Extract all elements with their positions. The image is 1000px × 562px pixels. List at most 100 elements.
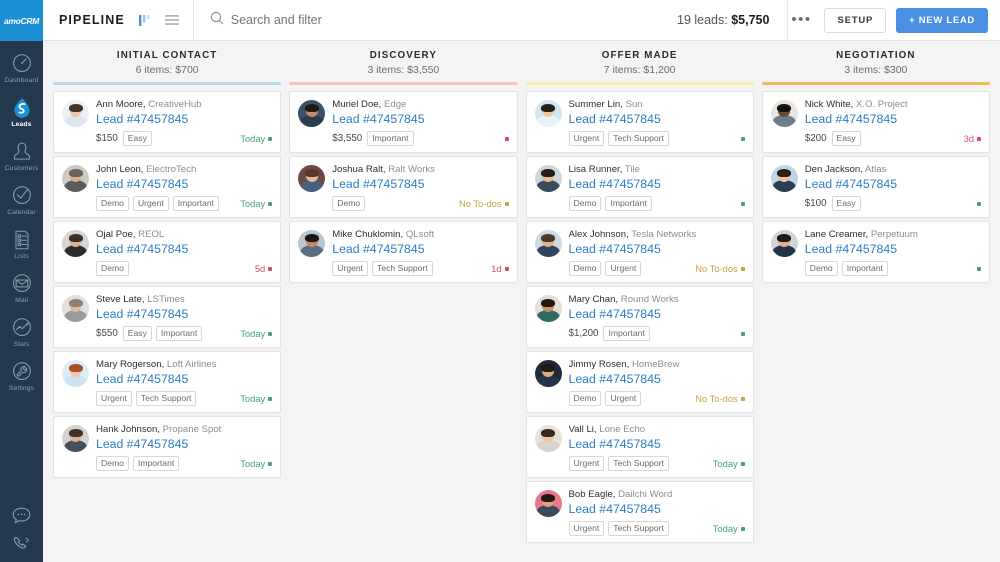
lead-id-link[interactable]: Lead #47457845 [332,242,508,257]
lead-id-link[interactable]: Lead #47457845 [569,437,745,452]
lead-tag[interactable]: Urgent [605,261,641,276]
lead-card[interactable]: Lisa Runner, TileLead #47457845DemoImpor… [526,156,754,218]
lead-tag[interactable]: Urgent [96,391,132,406]
sidebar-item-lists[interactable]: Lists [0,223,43,266]
lead-id-link[interactable]: Lead #47457845 [569,112,745,127]
lead-id-link[interactable]: Lead #47457845 [569,372,745,387]
lead-card[interactable]: Mike Chuklomin, QLsoftLead #47457845Urge… [289,221,517,283]
lead-id-link[interactable]: Lead #47457845 [96,372,272,387]
lead-tag[interactable]: Demo [96,456,129,471]
lead-id-link[interactable]: Lead #47457845 [96,177,272,192]
lead-id-link[interactable]: Lead #47457845 [805,242,981,257]
lead-tag[interactable]: Important [133,456,179,471]
lead-tag[interactable]: Demo [569,196,602,211]
sidebar-item-leads[interactable]: Leads [0,91,43,134]
lead-card[interactable]: Muriel Doe, EdgeLead #47457845$3,550Impo… [289,91,517,153]
lead-tag[interactable]: Important [605,196,651,211]
lead-tag[interactable]: Urgent [133,196,169,211]
lead-card[interactable]: Vall Li, Lone EchoLead #47457845UrgentTe… [526,416,754,478]
lead-company: Lone Echo [599,424,645,435]
sidebar-item-calendar[interactable]: Calendar [0,179,43,222]
lead-id-link[interactable]: Lead #47457845 [96,242,272,257]
lead-tag[interactable]: Demo [96,196,129,211]
lead-card[interactable]: Mary Rogerson, Loft AirlinesLead #474578… [53,351,281,413]
lead-id-link[interactable]: Lead #47457845 [569,242,745,257]
lead-card[interactable]: Mary Chan, Round WorksLead #47457845$1,2… [526,286,754,348]
list-view-icon[interactable] [165,14,179,26]
lead-id-link[interactable]: Lead #47457845 [96,112,272,127]
sidebar-item-stats[interactable]: Stats [0,311,43,354]
lead-card[interactable]: Nick White, X.O. ProjectLead #47457845$2… [762,91,990,153]
column-header[interactable]: INITIAL CONTACT6 items: $700 [53,50,281,82]
lead-tag[interactable]: Tech Support [136,391,197,406]
lead-card-footer: Demo Important [805,261,981,276]
sidebar-item-dashboard[interactable]: Dashboard [0,47,43,90]
lead-id-link[interactable]: Lead #47457845 [96,437,272,452]
lead-card[interactable]: Summer Lin, SunLead #47457845UrgentTech … [526,91,754,153]
chat-bubble-icon[interactable] [0,502,43,528]
lead-tag[interactable]: Demo [805,261,838,276]
lead-tag[interactable]: Easy [123,326,152,341]
lead-card[interactable]: Den Jackson, AtlasLead #47457845$100Easy [762,156,990,218]
lead-tag[interactable]: Easy [123,131,152,146]
lead-card[interactable]: Lane Creamer, PerpetuumLead #47457845Dem… [762,221,990,283]
lead-tag[interactable]: Tech Support [372,261,433,276]
lead-tag[interactable]: Tech Support [608,131,669,146]
lead-id-link[interactable]: Lead #47457845 [332,177,508,192]
new-lead-button[interactable]: + NEW LEAD [896,8,988,33]
column-header[interactable]: NEGOTIATION3 items: $300 [762,50,990,82]
lead-id-link[interactable]: Lead #47457845 [805,112,981,127]
lead-tag[interactable]: Urgent [569,456,605,471]
lead-tag[interactable]: Important [603,326,649,341]
lead-card[interactable]: Ann Moore, CreativeHubLead #47457845$150… [53,91,281,153]
lead-id-link[interactable]: Lead #47457845 [569,307,745,322]
lead-card-footer: UrgentTech SupportToday [569,456,745,471]
lead-tag[interactable]: Urgent [605,391,641,406]
lead-tag[interactable]: Demo [332,196,365,211]
lead-status: No To-dos [691,393,745,404]
lead-id-link[interactable]: Lead #47457845 [332,112,508,127]
lead-tag[interactable]: Important [173,196,219,211]
lead-price: $550 [96,328,118,339]
lead-tag[interactable]: Easy [832,196,861,211]
lead-tag[interactable]: Tech Support [608,456,669,471]
lead-id-link[interactable]: Lead #47457845 [96,307,272,322]
lead-tag[interactable]: Demo [96,261,129,276]
lead-card[interactable]: Joshua Ralt, Ralt WorksLead #47457845Dem… [289,156,517,218]
avatar [298,230,325,257]
lead-tag[interactable]: Important [842,261,888,276]
search-input[interactable] [231,8,491,32]
sidebar-item-settings[interactable]: Settings [0,355,43,398]
column-header[interactable]: DISCOVERY3 items: $3,550 [289,50,517,82]
leads-drop-icon [12,97,32,119]
lead-card[interactable]: Hank Johnson, Propane SpotLead #47457845… [53,416,281,478]
sidebar-item-mail[interactable]: Mail [0,267,43,310]
lead-card[interactable]: Steve Late, LSTimesLead #47457845$550Eas… [53,286,281,348]
lead-tag[interactable]: Demo [569,391,602,406]
lead-tag[interactable]: Demo [569,261,602,276]
lead-id-link[interactable]: Lead #47457845 [569,502,745,517]
lead-tag[interactable]: Urgent [569,131,605,146]
lead-contact-name: Alex Johnson, [569,229,629,240]
phone-call-icon[interactable] [0,531,43,555]
lead-tag[interactable]: Tech Support [608,521,669,536]
lead-tag[interactable]: Easy [832,131,861,146]
more-options-button[interactable]: ••• [788,8,814,32]
lead-card[interactable]: Alex Johnson, Tesla NetworksLead #474578… [526,221,754,283]
lead-status-label: Today [713,523,738,534]
sidebar-item-customers[interactable]: Customers [0,135,43,178]
setup-button[interactable]: SETUP [824,8,886,33]
app-logo[interactable]: amoCRM [0,0,43,41]
lead-tag[interactable]: Urgent [569,521,605,536]
lead-card[interactable]: Ojal Poe, REOLLead #47457845Demo5d [53,221,281,283]
lead-tag[interactable]: Urgent [332,261,368,276]
lead-id-link[interactable]: Lead #47457845 [569,177,745,192]
lead-id-link[interactable]: Lead #47457845 [805,177,981,192]
lead-card[interactable]: Bob Eagle, Dailchi WordLead #47457845Urg… [526,481,754,543]
lead-tag[interactable]: Important [156,326,202,341]
lead-tag[interactable]: Important [367,131,413,146]
lead-card[interactable]: Jimmy Rosen, HomeBrewLead #47457845DemoU… [526,351,754,413]
kanban-columns-icon[interactable] [139,14,152,27]
lead-card[interactable]: John Leon, ElectroTechLead #47457845Demo… [53,156,281,218]
column-header[interactable]: OFFER MADE7 items: $1,200 [526,50,754,82]
